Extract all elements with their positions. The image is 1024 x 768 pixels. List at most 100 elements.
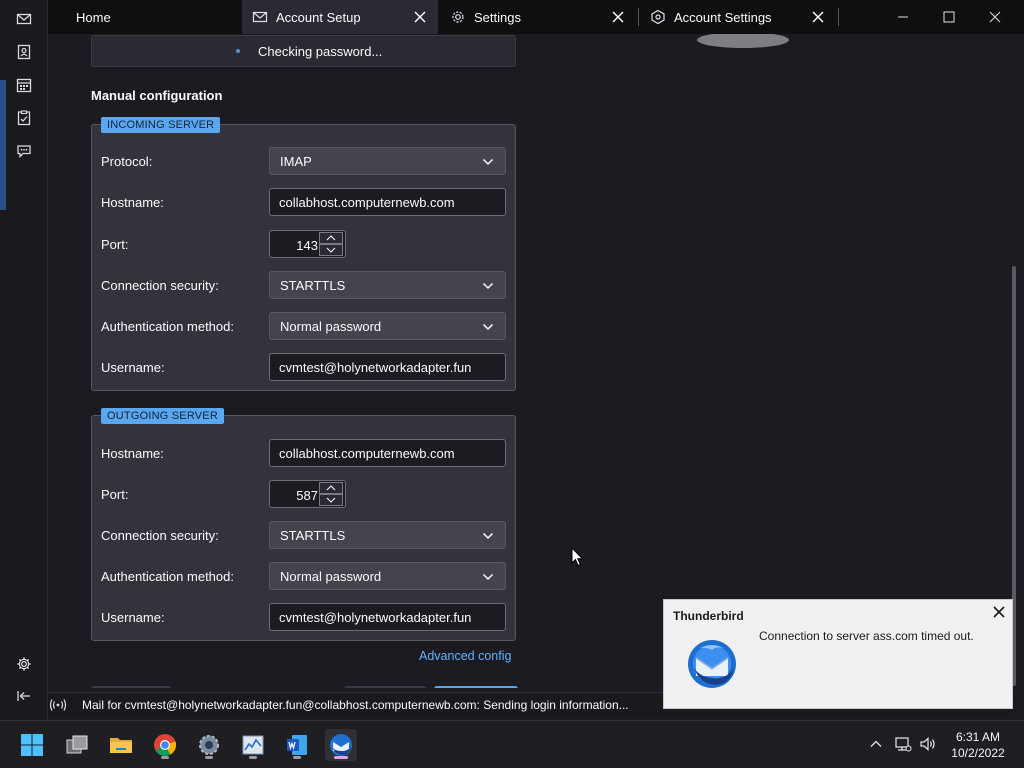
auth-row: Authentication method: Normal password bbox=[92, 312, 517, 340]
system-clock[interactable]: 6:31 AM 10/2/2022 bbox=[944, 729, 1012, 761]
retest-button[interactable] bbox=[344, 686, 426, 688]
security-value: STARTTLS bbox=[280, 277, 346, 293]
port-label: Port: bbox=[101, 487, 129, 502]
running-indicator bbox=[249, 756, 257, 759]
collapse-icon[interactable] bbox=[12, 684, 36, 708]
security-row: Connection security: STARTTLS bbox=[92, 521, 517, 549]
advanced-config-link[interactable]: Advanced config bbox=[419, 649, 511, 663]
account-settings-icon bbox=[650, 9, 666, 25]
running-indicator bbox=[205, 756, 213, 759]
tab-label: Home bbox=[76, 9, 111, 25]
running-indicator bbox=[293, 756, 301, 759]
tab-account-settings[interactable]: Account Settings bbox=[640, 0, 836, 34]
protocol-row: Protocol: IMAP bbox=[92, 147, 517, 175]
hostname-row: Hostname: collabhost.computernewb.com bbox=[92, 439, 517, 467]
maximize-icon[interactable] bbox=[926, 0, 972, 34]
tab-separator bbox=[838, 8, 839, 26]
hostname-label: Hostname: bbox=[101, 446, 164, 461]
windows-start-icon[interactable] bbox=[16, 729, 48, 761]
settings-app-icon[interactable] bbox=[193, 729, 225, 761]
security-row: Connection security: STARTTLS bbox=[92, 271, 517, 299]
stepper-arrows bbox=[319, 232, 343, 256]
tab-bar: Home Account Setup Settings Account Sett… bbox=[48, 0, 1024, 34]
port-label: Port: bbox=[101, 237, 129, 252]
hostname-row: Hostname: collabhost.computernewb.com bbox=[92, 188, 517, 216]
tab-label: Account Settings bbox=[674, 9, 772, 25]
outgoing-security-select[interactable]: STARTTLS bbox=[269, 521, 506, 549]
incoming-hostname-input[interactable]: collabhost.computernewb.com bbox=[269, 188, 506, 216]
close-icon[interactable] bbox=[412, 9, 428, 25]
chevron-down-icon[interactable] bbox=[319, 244, 343, 256]
tab-label: Settings bbox=[474, 9, 521, 25]
tab-settings[interactable]: Settings bbox=[440, 0, 636, 34]
incoming-auth-select[interactable]: Normal password bbox=[269, 312, 506, 340]
chrome-icon[interactable] bbox=[149, 729, 181, 761]
file-explorer-icon[interactable] bbox=[105, 729, 137, 761]
show-hidden-icons-icon[interactable] bbox=[867, 735, 885, 753]
calendar-icon[interactable] bbox=[12, 73, 36, 97]
clock-time: 6:31 AM bbox=[955, 730, 1001, 744]
settings-icon[interactable] bbox=[12, 652, 36, 676]
outgoing-auth-select[interactable]: Normal password bbox=[269, 562, 506, 590]
minimize-icon[interactable] bbox=[880, 0, 926, 34]
protocol-label: Protocol: bbox=[101, 154, 153, 169]
security-label: Connection security: bbox=[101, 278, 219, 293]
spinner-icon bbox=[236, 49, 240, 53]
running-indicator bbox=[161, 756, 169, 759]
chevron-down-icon bbox=[482, 532, 494, 540]
port-value: 143 bbox=[296, 238, 318, 253]
username-label: Username: bbox=[101, 360, 165, 375]
done-button[interactable] bbox=[434, 686, 518, 688]
chevron-up-icon[interactable] bbox=[319, 232, 343, 244]
mail-icon[interactable] bbox=[12, 7, 36, 31]
tab-separator bbox=[638, 8, 639, 26]
incoming-server-legend: INCOMING SERVER bbox=[101, 117, 221, 133]
chevron-down-icon[interactable] bbox=[319, 494, 343, 506]
volume-icon[interactable] bbox=[919, 735, 937, 753]
tab-home[interactable]: Home bbox=[48, 0, 242, 34]
background-accent bbox=[0, 80, 6, 210]
tab-account-setup[interactable]: Account Setup bbox=[242, 0, 438, 34]
close-icon[interactable] bbox=[810, 9, 826, 25]
chevron-down-icon bbox=[482, 323, 494, 331]
incoming-port-stepper[interactable]: 143 bbox=[269, 230, 346, 258]
notification-text: Checking password... bbox=[258, 43, 383, 59]
auth-value: Normal password bbox=[280, 318, 382, 334]
gear-icon bbox=[450, 9, 466, 25]
hostname-label: Hostname: bbox=[101, 195, 164, 210]
windows-taskbar: 6:31 AM 10/2/2022 bbox=[0, 720, 1024, 768]
online-status-icon[interactable] bbox=[48, 697, 68, 713]
account-setup-content: Checking password... Manual configuratio… bbox=[48, 34, 1024, 688]
word-icon[interactable] bbox=[281, 729, 313, 761]
chevron-up-icon[interactable] bbox=[319, 482, 343, 494]
manual-config-title: Manual configuration bbox=[91, 88, 223, 103]
outgoing-hostname-input[interactable]: collabhost.computernewb.com bbox=[269, 439, 506, 467]
address-book-icon[interactable] bbox=[12, 40, 36, 64]
close-icon[interactable] bbox=[610, 9, 626, 25]
outgoing-username-input[interactable]: cvmtest@holynetworkadapter.fun bbox=[269, 603, 506, 631]
port-value: 587 bbox=[296, 488, 318, 503]
task-view-icon[interactable] bbox=[61, 729, 93, 761]
incoming-server-fieldset: INCOMING SERVER Protocol: IMAP Hostname:… bbox=[91, 117, 517, 391]
thunderbird-icon[interactable] bbox=[325, 729, 357, 761]
tasks-icon[interactable] bbox=[12, 106, 36, 130]
chat-icon[interactable] bbox=[12, 139, 36, 163]
thunderbird-toast[interactable]: Thunderbird Connection to server ass.com… bbox=[663, 599, 1013, 709]
outgoing-port-stepper[interactable]: 587 bbox=[269, 480, 346, 508]
clock-date: 10/2/2022 bbox=[951, 746, 1005, 760]
protocol-value: IMAP bbox=[280, 153, 312, 169]
toast-message: Connection to server ass.com timed out. bbox=[759, 629, 974, 643]
running-indicator bbox=[334, 756, 348, 759]
security-value: STARTTLS bbox=[280, 527, 346, 543]
incoming-security-select[interactable]: STARTTLS bbox=[269, 271, 506, 299]
task-manager-icon[interactable] bbox=[237, 729, 269, 761]
protocol-select[interactable]: IMAP bbox=[269, 147, 506, 175]
window-close-icon[interactable] bbox=[972, 0, 1018, 34]
outgoing-server-legend: OUTGOING SERVER bbox=[101, 408, 224, 424]
close-icon[interactable] bbox=[991, 604, 1007, 620]
cancel-button[interactable] bbox=[91, 686, 171, 688]
username-row: Username: cvmtest@holynetworkadapter.fun bbox=[92, 353, 517, 381]
auth-row: Authentication method: Normal password bbox=[92, 562, 517, 590]
incoming-username-input[interactable]: cvmtest@holynetworkadapter.fun bbox=[269, 353, 506, 381]
network-icon[interactable] bbox=[894, 735, 912, 753]
